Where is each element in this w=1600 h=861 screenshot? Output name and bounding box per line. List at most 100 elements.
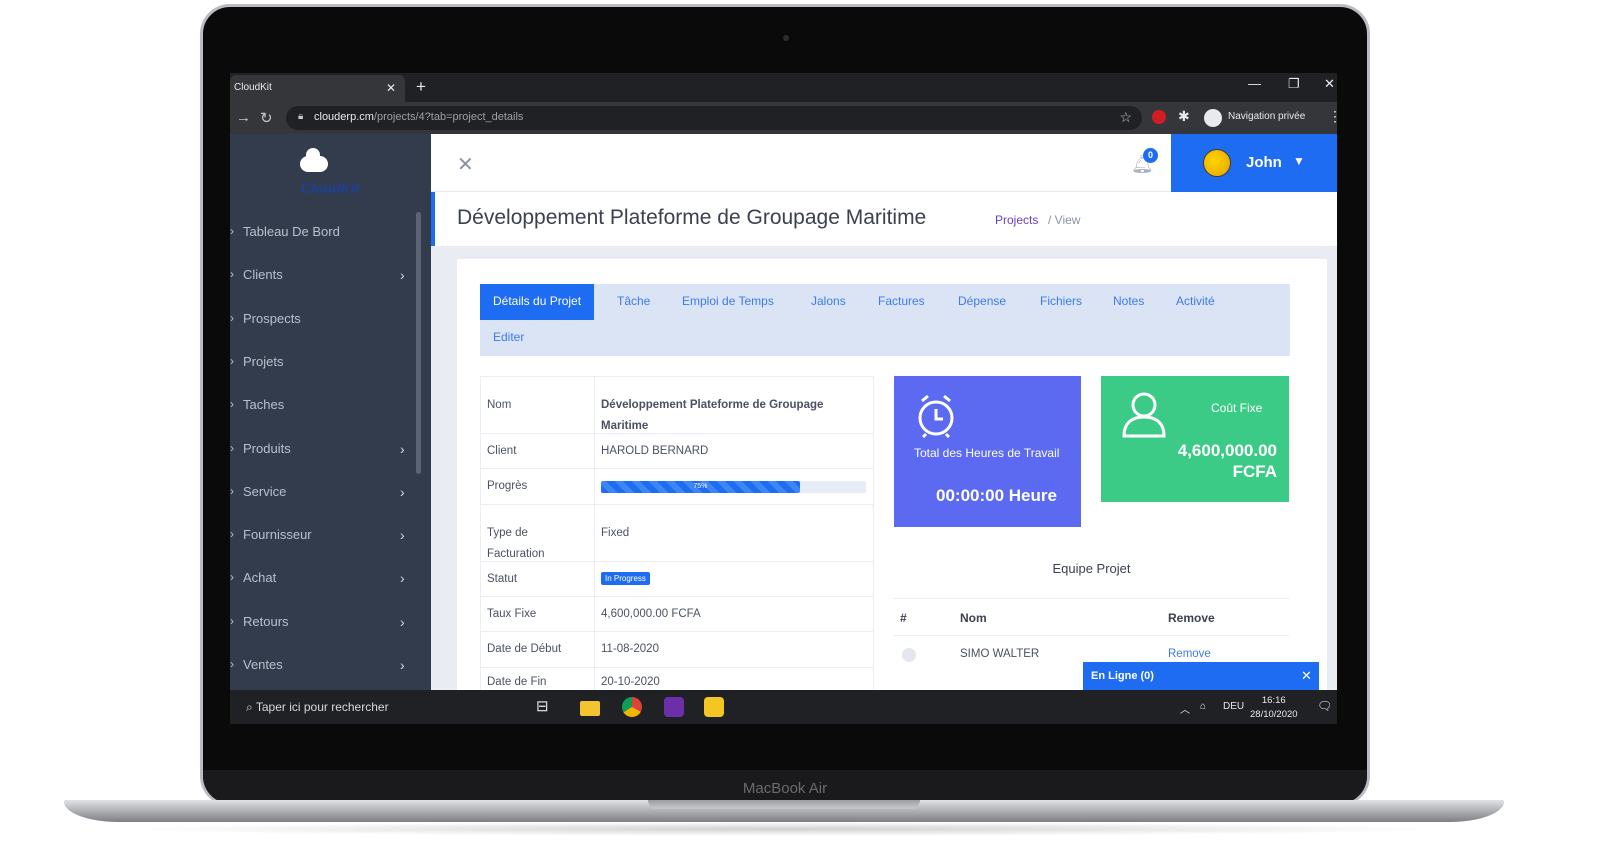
sidebar-item-retours[interactable]: › Retours › bbox=[230, 614, 420, 644]
detail-row: Statut In Progress bbox=[480, 561, 874, 596]
taskbar-search-label: Taper ici pour rechercher bbox=[255, 700, 389, 714]
sidebar-item-service[interactable]: › Service › bbox=[230, 484, 420, 514]
tab-factures[interactable]: Factures bbox=[878, 284, 925, 320]
taskbar-search[interactable]: ⌕ Taper ici pour rechercher bbox=[246, 700, 389, 715]
hours-label: Total des Heures de Travail bbox=[914, 446, 1060, 460]
file-explorer-icon[interactable] bbox=[580, 701, 600, 716]
member-name: SIMO WALTER bbox=[960, 648, 1040, 660]
detail-key: Date de Début bbox=[487, 643, 562, 655]
network-icon[interactable]: ⌂ bbox=[1200, 701, 1206, 712]
sidebar-item-projets[interactable]: › Projets bbox=[230, 354, 420, 384]
team-col-remove: Remove bbox=[1168, 611, 1215, 625]
notifications-icon[interactable]: 🗨︎ bbox=[1317, 699, 1332, 713]
hours-stat-card: Total des Heures de Travail 00:00:00 Heu… bbox=[894, 376, 1081, 527]
url-field[interactable]: 🔒︎ clouderp.cm/projects/4?tab=project_de… bbox=[286, 106, 1142, 130]
detail-row: Client HAROLD BERNARD bbox=[480, 433, 874, 468]
new-tab-icon[interactable]: + bbox=[416, 77, 426, 97]
detail-key: Client bbox=[487, 444, 517, 457]
breadcrumb-projects-link[interactable]: Projects bbox=[995, 213, 1038, 227]
sidebar-item-clients[interactable]: › Clients › bbox=[230, 267, 420, 297]
puzzle-icon[interactable]: ✱ bbox=[1178, 108, 1190, 125]
online-chat-widget[interactable]: En Ligne (0) ✕ bbox=[1083, 662, 1319, 690]
nav-bullet-icon: › bbox=[230, 397, 234, 412]
profile-label[interactable]: Navigation privée bbox=[1228, 111, 1305, 122]
app-topbar: ✕ 🔔︎ 0 John ▼ bbox=[431, 134, 1337, 192]
address-bar-row: → ↻ 🔒︎ clouderp.cm/projects/4?tab=projec… bbox=[230, 102, 1337, 134]
chevron-right-icon: › bbox=[400, 483, 405, 500]
taskbar-clock[interactable]: 16:16 28/10/2020 bbox=[1250, 694, 1298, 722]
forward-icon[interactable]: → bbox=[236, 109, 251, 126]
progress-bar: 75% bbox=[601, 481, 866, 493]
sidebar-item-label: Taches bbox=[243, 397, 285, 413]
language-indicator[interactable]: DEU bbox=[1223, 701, 1244, 712]
task-view-icon[interactable]: ⊟ bbox=[536, 697, 556, 717]
close-tab-icon[interactable]: ✕ bbox=[386, 81, 396, 95]
chevron-right-icon: › bbox=[400, 267, 405, 284]
team-col-name: Nom bbox=[960, 611, 987, 625]
sidebar-item-label: Retours bbox=[243, 613, 289, 629]
tab-editer[interactable]: Editer bbox=[493, 320, 524, 356]
tab-fichiers[interactable]: Fichiers bbox=[1040, 284, 1082, 320]
tab-depense[interactable]: Dépense bbox=[958, 284, 1006, 320]
sidebar-item-fournisseur[interactable]: › Fournisseur › bbox=[230, 527, 420, 557]
laptop-shadow bbox=[120, 822, 1450, 836]
chevron-up-icon[interactable]: ︿ bbox=[1180, 701, 1190, 716]
detail-key: Taux Fixe bbox=[487, 607, 537, 620]
detail-key: Nom bbox=[487, 398, 512, 411]
browser-tab[interactable]: CloudKit ✕ bbox=[230, 75, 405, 102]
bookmark-star-icon[interactable]: ☆ bbox=[1119, 109, 1132, 126]
sidebar-item-prospects[interactable]: › Prospects bbox=[230, 311, 420, 341]
team-title: Equipe Projet bbox=[1052, 561, 1131, 576]
detail-row: Taux Fixe 4,600,000.00 FCFA bbox=[480, 596, 874, 631]
cell-divider bbox=[594, 434, 595, 468]
screen: CloudKit ✕ + — ❐ ✕ → ↻ 🔒︎ clouderp.cm/pr… bbox=[230, 73, 1337, 724]
tab-notes[interactable]: Notes bbox=[1113, 284, 1144, 320]
progress-fill: 75% bbox=[601, 481, 800, 493]
minimize-icon[interactable]: — bbox=[1248, 76, 1261, 91]
sidebar-scrollbar[interactable] bbox=[416, 212, 421, 474]
tab-emploi-de-temps[interactable]: Emploi de Temps bbox=[682, 284, 774, 320]
tab-details-du-projet[interactable]: Détails du Projet bbox=[480, 284, 595, 320]
tab-jalons[interactable]: Jalons bbox=[811, 284, 846, 320]
remove-member-link[interactable]: Remove bbox=[1168, 648, 1211, 660]
avatar bbox=[1203, 149, 1231, 177]
tab-tache[interactable]: Tâche bbox=[617, 284, 650, 320]
cell-divider bbox=[594, 562, 595, 596]
sidebar-item-taches[interactable]: › Taches bbox=[230, 397, 420, 427]
browser-menu-icon[interactable]: ⋮ bbox=[1328, 108, 1337, 125]
sidebar-item-ventes[interactable]: › Ventes › bbox=[230, 657, 420, 687]
sidebar-item-label: Ventes bbox=[243, 657, 283, 672]
sidebar-item-achat[interactable]: › Achat › bbox=[230, 570, 420, 600]
reload-icon[interactable]: ↻ bbox=[260, 109, 273, 127]
nav-bullet-icon: › bbox=[230, 440, 234, 455]
cell-divider bbox=[594, 597, 595, 631]
tab-activite[interactable]: Activité bbox=[1176, 284, 1215, 320]
sidebar-item-produits[interactable]: › Produits › bbox=[230, 441, 420, 471]
sidebar-item-tableau-de-bord[interactable]: › Tableau De Bord bbox=[230, 224, 420, 254]
member-avatar bbox=[902, 648, 916, 662]
detail-row: Type de Facturation Fixed bbox=[480, 504, 874, 561]
sidebar-item-label: Fournisseur bbox=[243, 527, 312, 543]
clock-date: 28/10/2020 bbox=[1250, 709, 1298, 720]
app-icon[interactable] bbox=[664, 697, 684, 717]
nav-bullet-icon: › bbox=[230, 353, 234, 368]
chat-label: En Ligne (0) bbox=[1091, 670, 1154, 682]
sidebar-item-label: Prospects bbox=[243, 310, 301, 326]
close-window-icon[interactable]: ✕ bbox=[1324, 76, 1335, 92]
user-menu[interactable]: John ▼ bbox=[1171, 134, 1337, 192]
hours-value: 00:00:00 Heure bbox=[936, 486, 1057, 505]
browser-tab-bar: CloudKit ✕ + — ❐ ✕ bbox=[230, 73, 1337, 102]
chrome-icon[interactable] bbox=[622, 697, 642, 717]
app-logo[interactable]: CloudKit bbox=[280, 142, 380, 196]
extension-icon[interactable] bbox=[1152, 110, 1166, 124]
close-icon[interactable]: ✕ bbox=[457, 152, 474, 177]
incognito-icon[interactable] bbox=[1204, 109, 1222, 127]
alarm-clock-icon bbox=[918, 394, 954, 438]
chat-close-icon[interactable]: ✕ bbox=[1301, 668, 1312, 684]
nav-bullet-icon: › bbox=[230, 267, 234, 282]
restore-icon[interactable]: ❐ bbox=[1288, 76, 1300, 92]
cell-divider bbox=[594, 377, 595, 433]
app-icon[interactable] bbox=[704, 697, 724, 717]
chevron-right-icon: › bbox=[400, 440, 405, 457]
page-header: Développement Plateforme de Groupage Mar… bbox=[431, 192, 1337, 246]
